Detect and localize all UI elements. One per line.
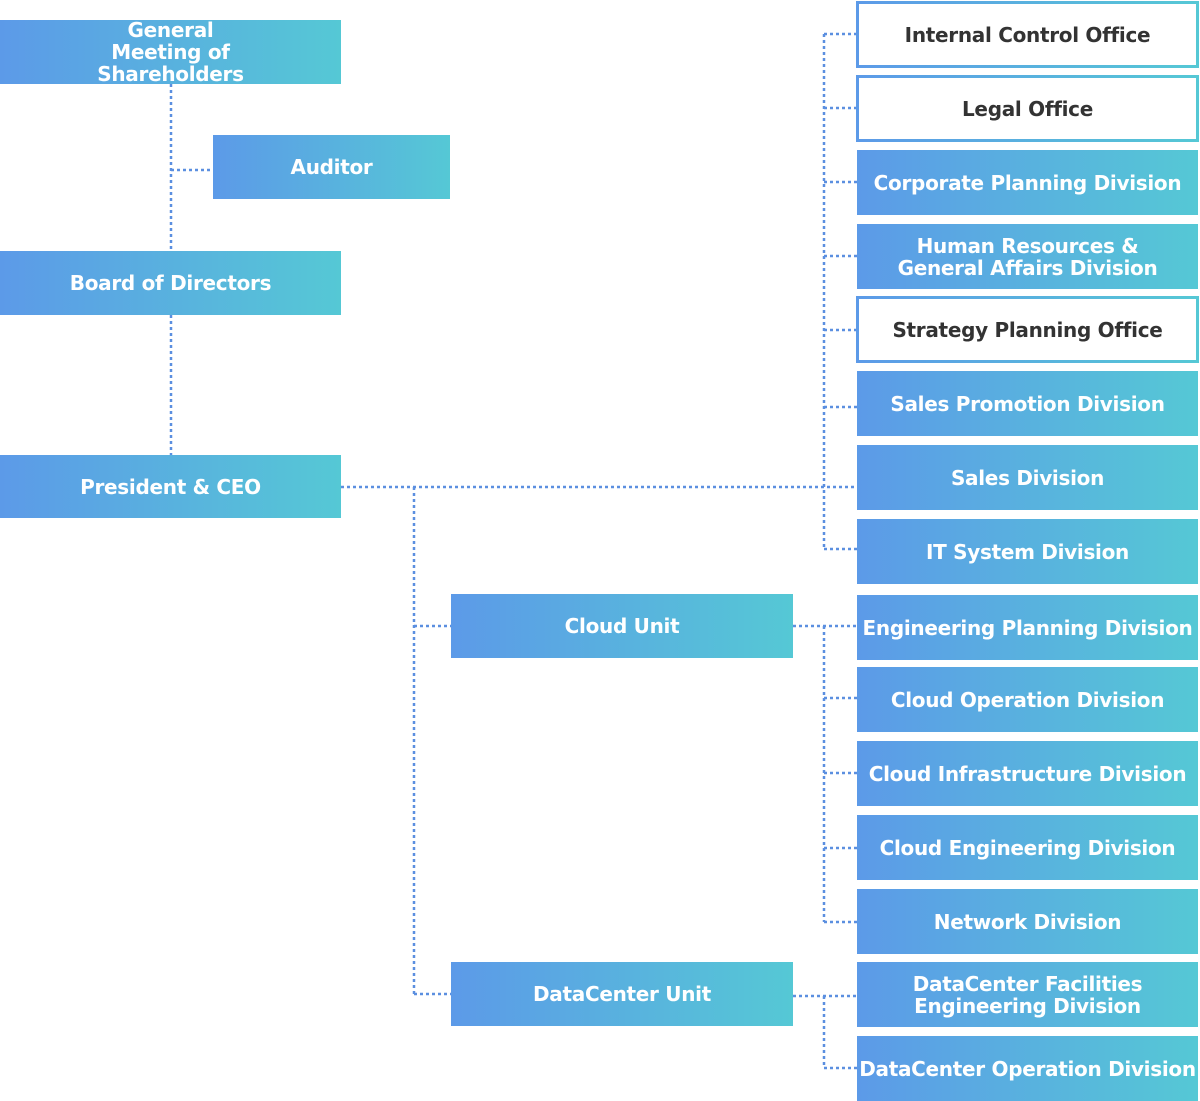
president-ceo-box: President & CEO	[0, 455, 341, 518]
corporate-divisions-box: Sales Promotion Division	[857, 371, 1198, 436]
corporate-divisions-box: Legal Office	[856, 75, 1199, 142]
corporate-divisions-box: Human Resources & General Affairs Divisi…	[857, 224, 1198, 289]
datacenter-divisions-box: DataCenter Operation Division	[857, 1036, 1198, 1101]
datacenter-divisions-box: DataCenter Facilities Engineering Divisi…	[857, 962, 1198, 1027]
cloud-divisions-box: Cloud Infrastructure Division	[857, 741, 1198, 806]
corporate-divisions-box: Strategy Planning Office	[856, 296, 1199, 363]
auditor-box: Auditor	[213, 135, 450, 199]
cloud-divisions-box: Cloud Operation Division	[857, 667, 1198, 732]
corporate-divisions-box: IT System Division	[857, 519, 1198, 584]
cloud-divisions-box: Engineering Planning Division	[857, 595, 1198, 660]
board-of-directors-box: Board of Directors	[0, 251, 341, 315]
corporate-divisions-box: Sales Division	[857, 445, 1198, 510]
cloud-divisions-box: Network Division	[857, 889, 1198, 954]
corporate-divisions-box: Internal Control Office	[856, 1, 1199, 68]
general-meeting-box: General Meeting of Shareholders	[0, 19, 341, 85]
corporate-divisions-box: Corporate Planning Division	[857, 150, 1198, 215]
datacenter-unit-box: DataCenter Unit	[451, 962, 793, 1026]
cloud-divisions-box: Cloud Engineering Division	[857, 815, 1198, 880]
cloud-unit-box: Cloud Unit	[451, 594, 793, 658]
